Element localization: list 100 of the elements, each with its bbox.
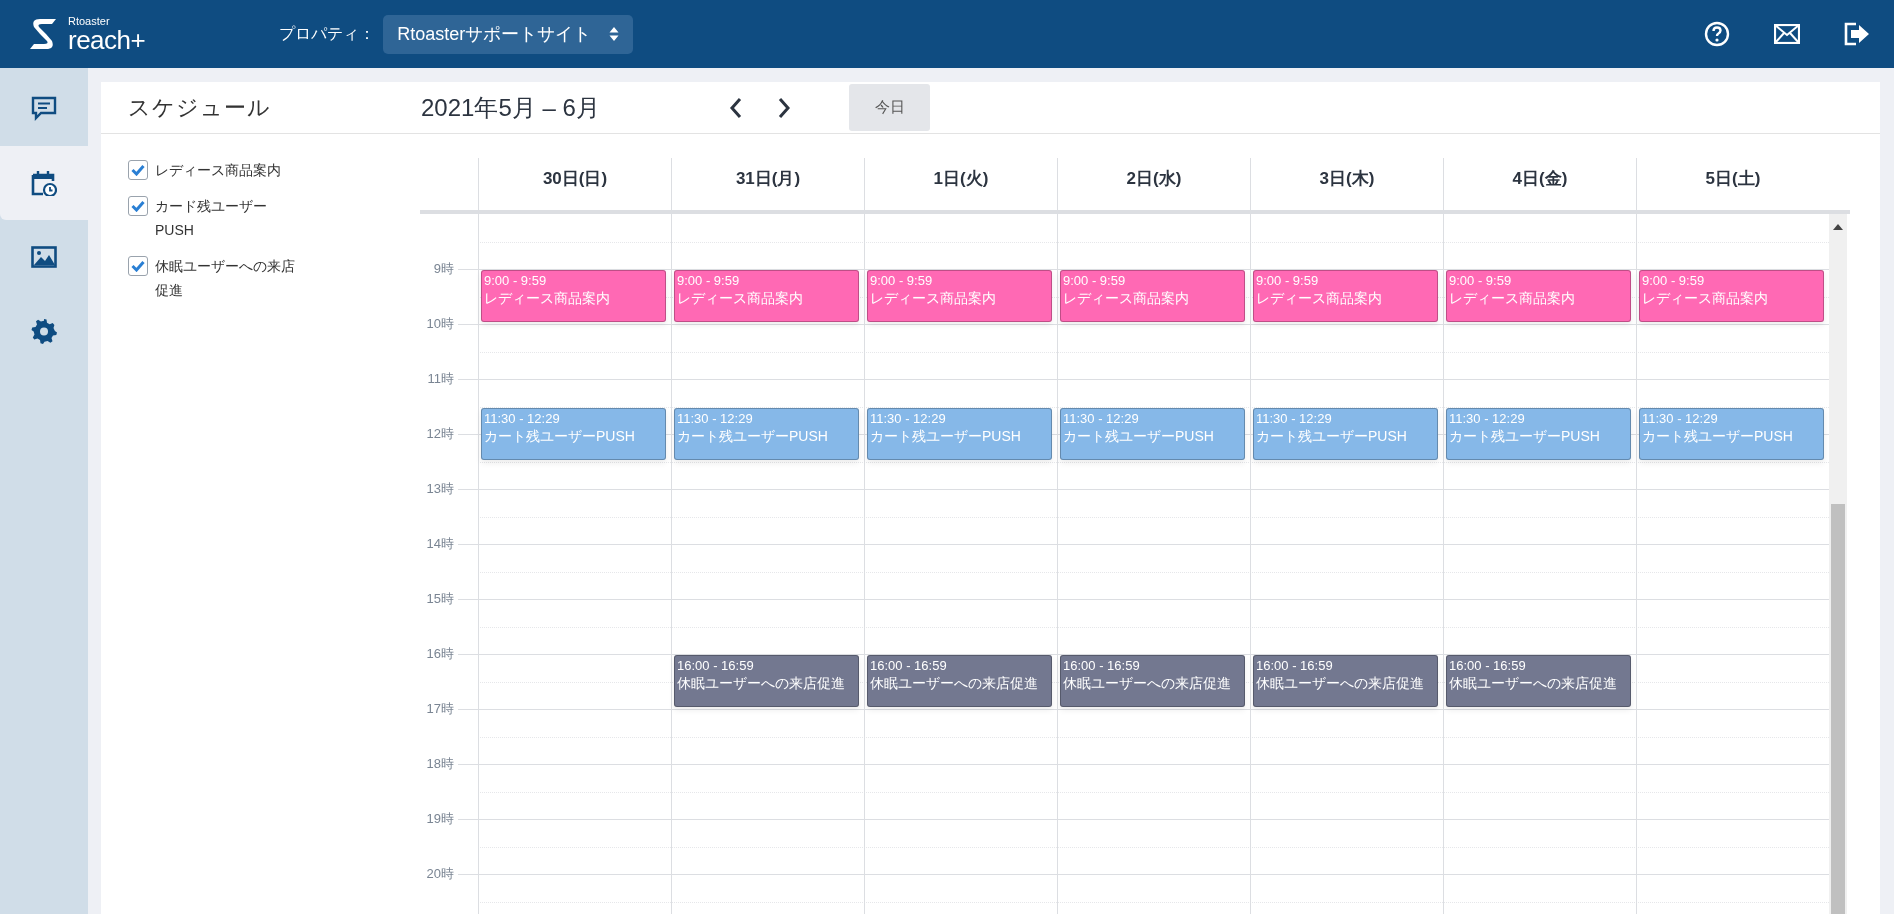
help-icon[interactable] (1704, 21, 1730, 47)
event-block[interactable]: 16:00 - 16:59 休眠ユーザーへの来店促進 (1446, 655, 1631, 707)
logo-caption: Rtoaster (68, 15, 111, 27)
event-block[interactable]: 11:30 - 12:29 カート残ユーザーPUSH (867, 407, 1052, 460)
event-title: レディース商品案内 (870, 289, 997, 308)
event-title: カート残ユーザーPUSH (1063, 426, 1215, 446)
page-title: スケジュール (128, 94, 272, 122)
event-time: 11:30 - 12:29 (1256, 409, 1333, 427)
calendar-clock-icon (31, 170, 57, 196)
event-time: 9:00 - 9:59 (1642, 272, 1706, 289)
event-title: カート残ユーザーPUSH (870, 426, 1022, 446)
event-title: レディース商品案内 (1063, 289, 1190, 308)
day-header: 5日(土) (1705, 169, 1761, 188)
sidebar-item[interactable] (0, 146, 88, 220)
event-block[interactable]: 16:00 - 16:59 休眠ユーザーへの来店促進 (1253, 655, 1438, 707)
hour-label: 16時 (425, 645, 454, 664)
event-block[interactable]: 16:00 - 16:59 休眠ユーザーへの来店促進 (674, 655, 859, 707)
property-select[interactable]: Rtoasterサポートサイト (383, 14, 634, 54)
event-block[interactable]: 9:00 - 9:59 レディース商品案内 (867, 270, 1052, 322)
event-title: レディース商品案内 (484, 289, 611, 308)
logout-icon[interactable] (1844, 22, 1870, 46)
hour-label: 11時 (426, 370, 454, 389)
event-time: 16:00 - 16:59 (870, 657, 948, 674)
event-time: 9:00 - 9:59 (1063, 272, 1127, 289)
event-title: カート残ユーザーPUSH (484, 426, 636, 446)
hour-label: 12時 (425, 425, 454, 444)
hour-label: 10時 (425, 315, 454, 334)
event-block[interactable]: 11:30 - 12:29 カート残ユーザーPUSH (1253, 407, 1438, 460)
event-time: 9:00 - 9:59 (484, 272, 548, 289)
hour-label: 19時 (425, 810, 454, 829)
event-time: 9:00 - 9:59 (870, 272, 934, 289)
event-title: カート残ユーザーPUSH (1642, 426, 1794, 446)
event-block[interactable]: 11:30 - 12:29 カート残ユーザーPUSH (481, 407, 666, 460)
settings-icon (31, 318, 57, 344)
check-icon (131, 164, 145, 176)
event-block[interactable]: 9:00 - 9:59 レディース商品案内 (481, 270, 666, 322)
filter-label: 休眠ユーザーへの来店促進 (155, 257, 295, 300)
scrollbar-thumb[interactable] (1831, 504, 1845, 914)
event-block[interactable]: 11:30 - 12:29 カート残ユーザーPUSH (1639, 407, 1824, 460)
event-title: 休眠ユーザーへの来店促進 (1256, 674, 1425, 693)
event-block[interactable]: 9:00 - 9:59 レディース商品案内 (1253, 270, 1438, 322)
event-block[interactable]: 9:00 - 9:59 レディース商品案内 (1060, 270, 1245, 322)
checkbox[interactable] (128, 196, 148, 216)
event-title: レディース商品案内 (1256, 289, 1383, 308)
event-title: 休眠ユーザーへの来店促進 (1063, 674, 1232, 693)
event-block[interactable]: 11:30 - 12:29 カート残ユーザーPUSH (1060, 407, 1245, 460)
filter-label: レディース商品案内 (155, 161, 282, 180)
day-header: 4日(金) (1512, 169, 1568, 188)
event-block[interactable]: 9:00 - 9:59 レディース商品案内 (674, 270, 859, 322)
event-title: カート残ユーザーPUSH (677, 426, 829, 446)
mail-icon[interactable] (1774, 24, 1800, 44)
day-header: 31日(月) (735, 169, 801, 188)
event-time: 11:30 - 12:29 (1642, 409, 1719, 427)
checkbox[interactable] (128, 256, 148, 276)
event-title: カート残ユーザーPUSH (1449, 426, 1601, 446)
filter-label: カード残ユーザーPUSH (155, 197, 268, 240)
event-time: 11:30 - 12:29 (870, 409, 947, 427)
event-block[interactable]: 9:00 - 9:59 レディース商品案内 (1446, 270, 1631, 322)
event-title: 休眠ユーザーへの来店促進 (677, 674, 846, 693)
hour-label: 14時 (425, 535, 454, 554)
event-block[interactable]: 16:00 - 16:59 休眠ユーザーへの来店促進 (1060, 655, 1245, 707)
event-title: レディース商品案内 (1449, 289, 1576, 308)
event-time: 9:00 - 9:59 (1449, 272, 1513, 289)
hour-label: 9時 (432, 260, 454, 279)
event-title: 休眠ユーザーへの来店促進 (870, 674, 1039, 693)
sort-caret-icon (609, 26, 620, 42)
event-block[interactable]: 11:30 - 12:29 カート残ユーザーPUSH (674, 407, 859, 460)
hour-label: 15時 (425, 590, 454, 609)
event-time: 9:00 - 9:59 (1256, 272, 1320, 289)
event-time: 16:00 - 16:59 (1256, 657, 1334, 674)
event-time: 11:30 - 12:29 (677, 409, 754, 427)
event-time: 16:00 - 16:59 (1063, 657, 1141, 674)
event-title: 休眠ユーザーへの来店促進 (1449, 674, 1618, 693)
day-header: 1日(火) (933, 169, 989, 188)
event-block[interactable]: 16:00 - 16:59 休眠ユーザーへの来店促進 (867, 655, 1052, 707)
day-header: 30日(日) (542, 169, 608, 188)
event-block[interactable]: 11:30 - 12:29 カート残ユーザーPUSH (1446, 407, 1631, 460)
event-time: 11:30 - 12:29 (484, 409, 561, 427)
event-title: レディース商品案内 (677, 289, 804, 308)
checkbox[interactable] (128, 160, 148, 180)
hour-label: 17時 (425, 700, 454, 719)
property-label: プロパティ： (279, 24, 376, 44)
event-time: 11:30 - 12:29 (1449, 409, 1526, 427)
today-button[interactable]: 今日 (849, 84, 930, 131)
hour-label: 13時 (425, 480, 454, 499)
event-title: レディース商品案内 (1642, 289, 1769, 308)
event-block[interactable]: 9:00 - 9:59 レディース商品案内 (1639, 270, 1824, 322)
event-time: 9:00 - 9:59 (677, 272, 741, 289)
day-header: 3日(木) (1319, 169, 1375, 188)
chat-icon (31, 96, 57, 122)
image-icon (31, 244, 57, 270)
chevron-right-icon (777, 96, 791, 119)
hour-label: 20時 (425, 865, 454, 884)
scroll-up-arrow-icon[interactable] (1833, 224, 1843, 230)
day-header: 2日(水) (1126, 169, 1182, 188)
hour-label: 18時 (425, 755, 454, 774)
date-range: 2021年5月 – 6月 (421, 92, 601, 123)
event-time: 16:00 - 16:59 (1449, 657, 1527, 674)
chevron-left-icon (729, 96, 743, 119)
event-title: カート残ユーザーPUSH (1256, 426, 1408, 446)
